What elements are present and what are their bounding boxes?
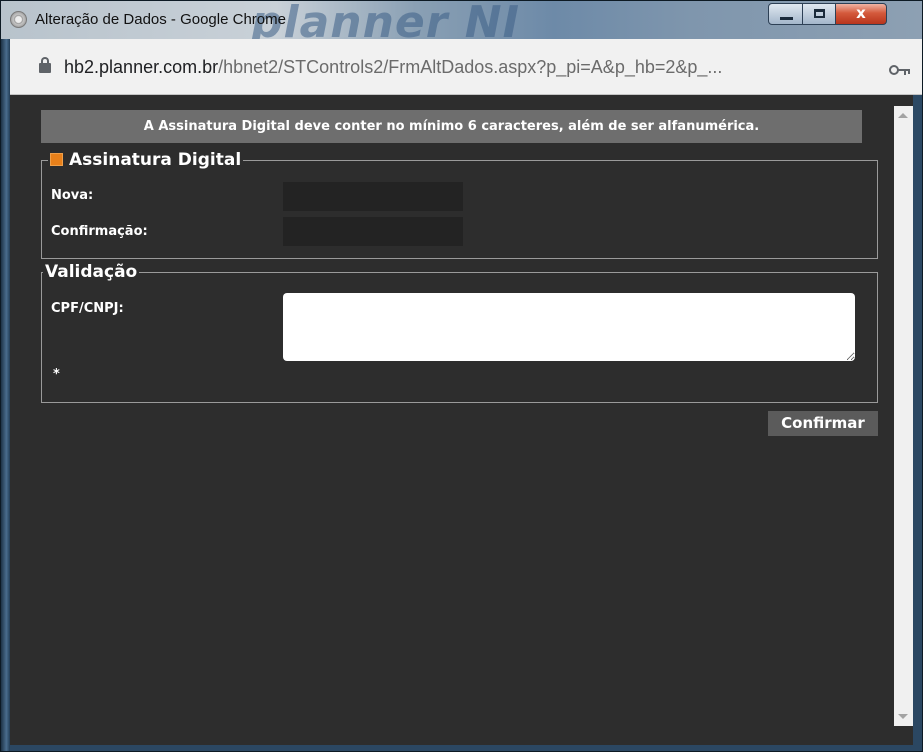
url-host: hb2.planner.com.br	[64, 57, 219, 77]
validacao-legend: Validação	[45, 262, 138, 282]
scroll-up-arrow-icon[interactable]	[898, 113, 908, 118]
minimize-button[interactable]	[768, 3, 803, 25]
cpf-cnpj-label: CPF/CNPJ:	[51, 301, 124, 316]
scroll-down-arrow-icon[interactable]	[898, 714, 908, 719]
assinatura-digital-legend: Assinatura Digital	[48, 151, 243, 169]
vertical-scrollbar[interactable]	[894, 106, 913, 726]
required-asterisk: *	[53, 367, 60, 382]
notice-banner: A Assinatura Digital deve conter no míni…	[41, 110, 862, 143]
close-button[interactable]: x	[835, 3, 887, 25]
close-icon: x	[856, 4, 866, 22]
address-bar[interactable]: hb2.planner.com.br/hbnet2/STControls2/Fr…	[10, 39, 922, 95]
url-text[interactable]: hb2.planner.com.br/hbnet2/STControls2/Fr…	[64, 57, 722, 78]
chrome-icon	[10, 11, 27, 28]
page-content: A Assinatura Digital deve conter no míni…	[10, 95, 913, 745]
maximize-icon	[814, 9, 825, 18]
nova-label: Nova:	[51, 188, 94, 203]
nova-password-input[interactable]	[283, 182, 463, 211]
cpf-cnpj-input[interactable]	[283, 293, 855, 361]
minimize-icon	[780, 17, 793, 20]
lock-icon[interactable]	[39, 57, 51, 73]
confirmar-button[interactable]: Confirmar	[768, 411, 878, 436]
url-path: /hbnet2/STControls2/FrmAltDados.aspx?p_p…	[218, 57, 723, 77]
assinatura-digital-title: Assinatura Digital	[69, 150, 242, 170]
browser-window: planner NI Alteração de Dados - Google C…	[0, 0, 923, 752]
maximize-button[interactable]	[802, 3, 836, 25]
confirmacao-label: Confirmação:	[51, 224, 148, 239]
title-bar[interactable]: planner NI Alteração de Dados - Google C…	[1, 0, 922, 48]
confirmacao-password-input[interactable]	[283, 217, 463, 246]
window-title: Alteração de Dados - Google Chrome	[35, 11, 286, 28]
window-left-edge	[1, 1, 10, 751]
square-bullet-icon	[50, 153, 63, 166]
key-icon[interactable]	[889, 65, 911, 75]
